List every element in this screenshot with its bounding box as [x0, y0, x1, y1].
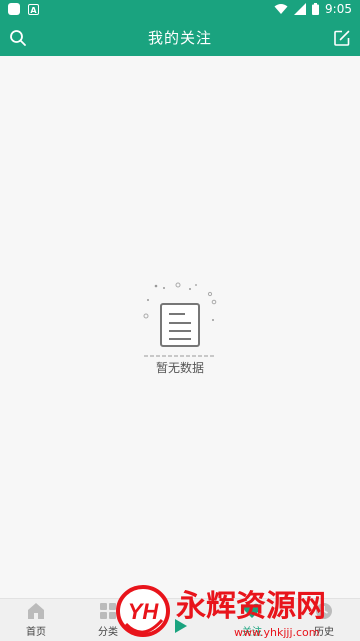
wifi-icon — [274, 4, 288, 14]
app-square-icon — [8, 3, 20, 15]
category-icon — [100, 603, 116, 619]
nav-label-history: 历史 — [314, 627, 334, 638]
nav-item-category[interactable]: 分类 — [72, 599, 144, 641]
page-title: 我的关注 — [147, 29, 212, 47]
nav-label-follow: 关注 — [242, 627, 262, 638]
empty-document-icon — [143, 282, 217, 357]
history-icon — [316, 603, 332, 619]
home-icon — [28, 603, 44, 619]
play-icon — [175, 619, 187, 633]
a-notification-icon: A — [28, 3, 39, 15]
main-content: 暂无数据 — [0, 56, 360, 598]
nav-item-play[interactable] — [144, 599, 216, 641]
status-right: 9:05 — [274, 2, 352, 16]
bottom-nav: 首页 分类 关注 历史 — [0, 598, 360, 641]
battery-icon — [312, 3, 320, 15]
nav-item-history[interactable]: 历史 — [288, 599, 360, 641]
status-left: A — [8, 3, 39, 15]
nav-item-home[interactable]: 首页 — [0, 599, 72, 641]
edit-icon[interactable] — [333, 29, 351, 47]
signal-icon — [294, 3, 307, 15]
nav-label-category: 分类 — [98, 627, 118, 638]
status-bar: A 9:05 — [0, 0, 360, 20]
nav-label-home: 首页 — [26, 627, 46, 638]
follow-icon — [243, 603, 261, 618]
empty-state-message: 暂无数据 — [155, 361, 204, 375]
app-bar: 我的关注 — [0, 20, 360, 56]
status-time: 9:05 — [325, 2, 352, 16]
nav-item-follow[interactable]: 关注 — [216, 599, 288, 641]
